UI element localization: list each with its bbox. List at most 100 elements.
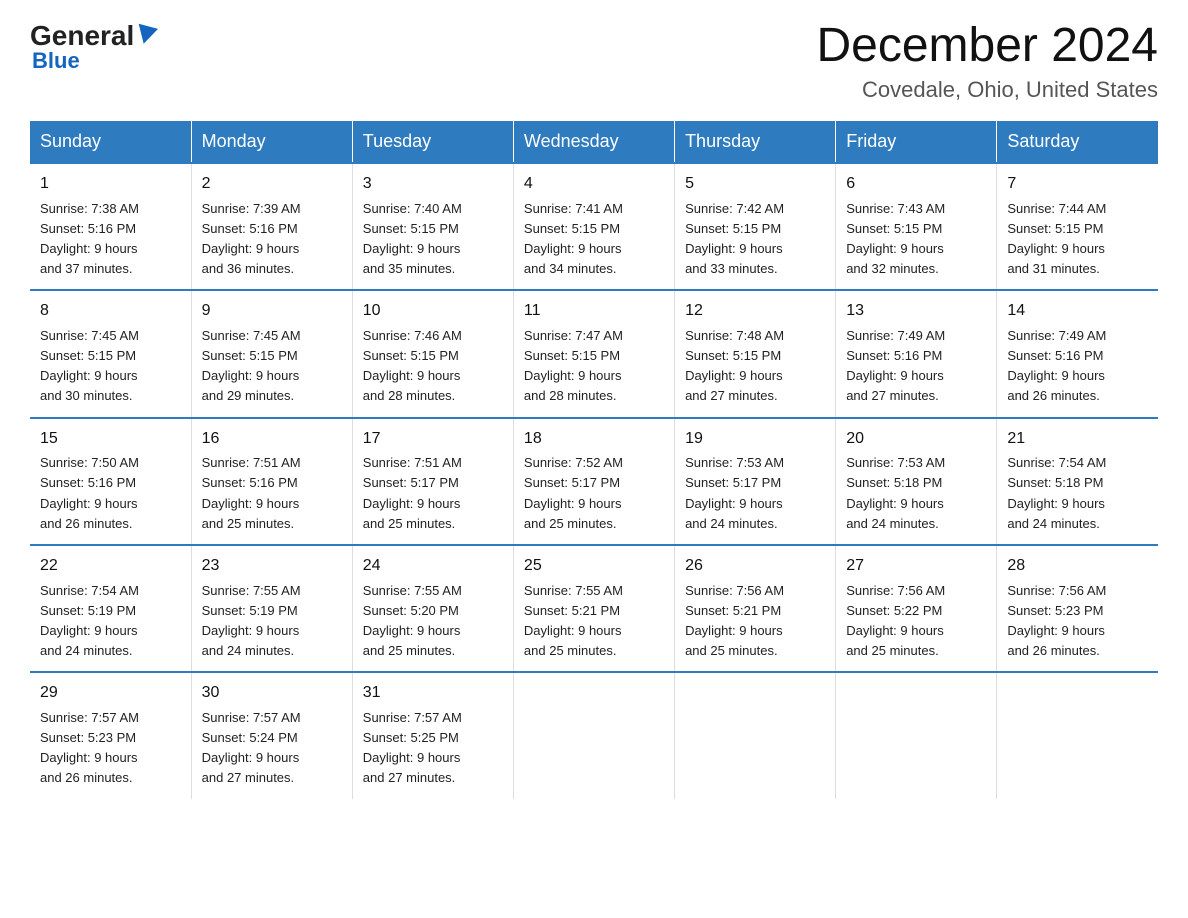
- logo: General Blue: [30, 20, 156, 74]
- day-info: Sunrise: 7:57 AM Sunset: 5:25 PM Dayligh…: [363, 708, 503, 789]
- calendar-cell: 5Sunrise: 7:42 AM Sunset: 5:15 PM Daylig…: [675, 163, 836, 290]
- calendar-cell: 8Sunrise: 7:45 AM Sunset: 5:15 PM Daylig…: [30, 290, 191, 417]
- day-number: 15: [40, 427, 181, 452]
- day-info: Sunrise: 7:40 AM Sunset: 5:15 PM Dayligh…: [363, 199, 503, 280]
- day-number: 24: [363, 554, 503, 579]
- calendar-cell: 7Sunrise: 7:44 AM Sunset: 5:15 PM Daylig…: [997, 163, 1158, 290]
- day-number: 29: [40, 681, 181, 706]
- day-number: 10: [363, 299, 503, 324]
- title-block: December 2024 Covedale, Ohio, United Sta…: [816, 20, 1158, 103]
- day-info: Sunrise: 7:56 AM Sunset: 5:23 PM Dayligh…: [1007, 581, 1148, 662]
- day-info: Sunrise: 7:52 AM Sunset: 5:17 PM Dayligh…: [524, 453, 664, 534]
- calendar-header-row: SundayMondayTuesdayWednesdayThursdayFrid…: [30, 121, 1158, 163]
- day-info: Sunrise: 7:57 AM Sunset: 5:23 PM Dayligh…: [40, 708, 181, 789]
- calendar-cell: 6Sunrise: 7:43 AM Sunset: 5:15 PM Daylig…: [836, 163, 997, 290]
- day-info: Sunrise: 7:51 AM Sunset: 5:16 PM Dayligh…: [202, 453, 342, 534]
- calendar-subtitle: Covedale, Ohio, United States: [816, 77, 1158, 103]
- day-number: 28: [1007, 554, 1148, 579]
- day-number: 8: [40, 299, 181, 324]
- day-info: Sunrise: 7:56 AM Sunset: 5:21 PM Dayligh…: [685, 581, 825, 662]
- day-number: 20: [846, 427, 986, 452]
- day-number: 11: [524, 299, 664, 324]
- day-number: 18: [524, 427, 664, 452]
- calendar-cell: 31Sunrise: 7:57 AM Sunset: 5:25 PM Dayli…: [352, 672, 513, 798]
- day-info: Sunrise: 7:49 AM Sunset: 5:16 PM Dayligh…: [1007, 326, 1148, 407]
- calendar-cell: [513, 672, 674, 798]
- day-info: Sunrise: 7:55 AM Sunset: 5:20 PM Dayligh…: [363, 581, 503, 662]
- calendar-cell: 22Sunrise: 7:54 AM Sunset: 5:19 PM Dayli…: [30, 545, 191, 672]
- day-number: 26: [685, 554, 825, 579]
- calendar-cell: 19Sunrise: 7:53 AM Sunset: 5:17 PM Dayli…: [675, 418, 836, 545]
- logo-triangle-icon: [134, 24, 158, 47]
- calendar-cell: 3Sunrise: 7:40 AM Sunset: 5:15 PM Daylig…: [352, 163, 513, 290]
- calendar-cell: 11Sunrise: 7:47 AM Sunset: 5:15 PM Dayli…: [513, 290, 674, 417]
- day-info: Sunrise: 7:39 AM Sunset: 5:16 PM Dayligh…: [202, 199, 342, 280]
- calendar-week-row: 29Sunrise: 7:57 AM Sunset: 5:23 PM Dayli…: [30, 672, 1158, 798]
- calendar-cell: 25Sunrise: 7:55 AM Sunset: 5:21 PM Dayli…: [513, 545, 674, 672]
- day-info: Sunrise: 7:46 AM Sunset: 5:15 PM Dayligh…: [363, 326, 503, 407]
- day-info: Sunrise: 7:55 AM Sunset: 5:19 PM Dayligh…: [202, 581, 342, 662]
- calendar-cell: 28Sunrise: 7:56 AM Sunset: 5:23 PM Dayli…: [997, 545, 1158, 672]
- calendar-cell: 23Sunrise: 7:55 AM Sunset: 5:19 PM Dayli…: [191, 545, 352, 672]
- calendar-cell: 18Sunrise: 7:52 AM Sunset: 5:17 PM Dayli…: [513, 418, 674, 545]
- calendar-week-row: 8Sunrise: 7:45 AM Sunset: 5:15 PM Daylig…: [30, 290, 1158, 417]
- header-wednesday: Wednesday: [513, 121, 674, 163]
- calendar-week-row: 22Sunrise: 7:54 AM Sunset: 5:19 PM Dayli…: [30, 545, 1158, 672]
- calendar-cell: 26Sunrise: 7:56 AM Sunset: 5:21 PM Dayli…: [675, 545, 836, 672]
- calendar-cell: 16Sunrise: 7:51 AM Sunset: 5:16 PM Dayli…: [191, 418, 352, 545]
- calendar-cell: 20Sunrise: 7:53 AM Sunset: 5:18 PM Dayli…: [836, 418, 997, 545]
- day-number: 7: [1007, 172, 1148, 197]
- header-friday: Friday: [836, 121, 997, 163]
- day-info: Sunrise: 7:48 AM Sunset: 5:15 PM Dayligh…: [685, 326, 825, 407]
- day-number: 25: [524, 554, 664, 579]
- day-number: 6: [846, 172, 986, 197]
- calendar-cell: 9Sunrise: 7:45 AM Sunset: 5:15 PM Daylig…: [191, 290, 352, 417]
- day-info: Sunrise: 7:45 AM Sunset: 5:15 PM Dayligh…: [40, 326, 181, 407]
- calendar-cell: 1Sunrise: 7:38 AM Sunset: 5:16 PM Daylig…: [30, 163, 191, 290]
- calendar-cell: [997, 672, 1158, 798]
- day-info: Sunrise: 7:49 AM Sunset: 5:16 PM Dayligh…: [846, 326, 986, 407]
- day-number: 19: [685, 427, 825, 452]
- day-info: Sunrise: 7:55 AM Sunset: 5:21 PM Dayligh…: [524, 581, 664, 662]
- calendar-cell: 30Sunrise: 7:57 AM Sunset: 5:24 PM Dayli…: [191, 672, 352, 798]
- day-info: Sunrise: 7:38 AM Sunset: 5:16 PM Dayligh…: [40, 199, 181, 280]
- page-header: General Blue December 2024 Covedale, Ohi…: [30, 20, 1158, 103]
- calendar-cell: [675, 672, 836, 798]
- day-number: 22: [40, 554, 181, 579]
- calendar-cell: 10Sunrise: 7:46 AM Sunset: 5:15 PM Dayli…: [352, 290, 513, 417]
- day-number: 30: [202, 681, 342, 706]
- day-info: Sunrise: 7:53 AM Sunset: 5:17 PM Dayligh…: [685, 453, 825, 534]
- calendar-cell: 15Sunrise: 7:50 AM Sunset: 5:16 PM Dayli…: [30, 418, 191, 545]
- day-number: 1: [40, 172, 181, 197]
- calendar-cell: 17Sunrise: 7:51 AM Sunset: 5:17 PM Dayli…: [352, 418, 513, 545]
- calendar-week-row: 1Sunrise: 7:38 AM Sunset: 5:16 PM Daylig…: [30, 163, 1158, 290]
- day-number: 5: [685, 172, 825, 197]
- calendar-cell: 27Sunrise: 7:56 AM Sunset: 5:22 PM Dayli…: [836, 545, 997, 672]
- calendar-cell: 14Sunrise: 7:49 AM Sunset: 5:16 PM Dayli…: [997, 290, 1158, 417]
- day-number: 4: [524, 172, 664, 197]
- calendar-table: SundayMondayTuesdayWednesdayThursdayFrid…: [30, 121, 1158, 799]
- day-info: Sunrise: 7:54 AM Sunset: 5:19 PM Dayligh…: [40, 581, 181, 662]
- day-info: Sunrise: 7:43 AM Sunset: 5:15 PM Dayligh…: [846, 199, 986, 280]
- day-info: Sunrise: 7:51 AM Sunset: 5:17 PM Dayligh…: [363, 453, 503, 534]
- day-info: Sunrise: 7:54 AM Sunset: 5:18 PM Dayligh…: [1007, 453, 1148, 534]
- day-number: 2: [202, 172, 342, 197]
- day-number: 14: [1007, 299, 1148, 324]
- calendar-cell: 24Sunrise: 7:55 AM Sunset: 5:20 PM Dayli…: [352, 545, 513, 672]
- header-thursday: Thursday: [675, 121, 836, 163]
- day-info: Sunrise: 7:42 AM Sunset: 5:15 PM Dayligh…: [685, 199, 825, 280]
- logo-blue-text: Blue: [32, 48, 80, 74]
- header-monday: Monday: [191, 121, 352, 163]
- header-sunday: Sunday: [30, 121, 191, 163]
- day-info: Sunrise: 7:47 AM Sunset: 5:15 PM Dayligh…: [524, 326, 664, 407]
- calendar-cell: 12Sunrise: 7:48 AM Sunset: 5:15 PM Dayli…: [675, 290, 836, 417]
- day-number: 13: [846, 299, 986, 324]
- header-tuesday: Tuesday: [352, 121, 513, 163]
- calendar-cell: 21Sunrise: 7:54 AM Sunset: 5:18 PM Dayli…: [997, 418, 1158, 545]
- day-number: 21: [1007, 427, 1148, 452]
- day-number: 3: [363, 172, 503, 197]
- day-number: 23: [202, 554, 342, 579]
- calendar-cell: 2Sunrise: 7:39 AM Sunset: 5:16 PM Daylig…: [191, 163, 352, 290]
- day-info: Sunrise: 7:50 AM Sunset: 5:16 PM Dayligh…: [40, 453, 181, 534]
- calendar-week-row: 15Sunrise: 7:50 AM Sunset: 5:16 PM Dayli…: [30, 418, 1158, 545]
